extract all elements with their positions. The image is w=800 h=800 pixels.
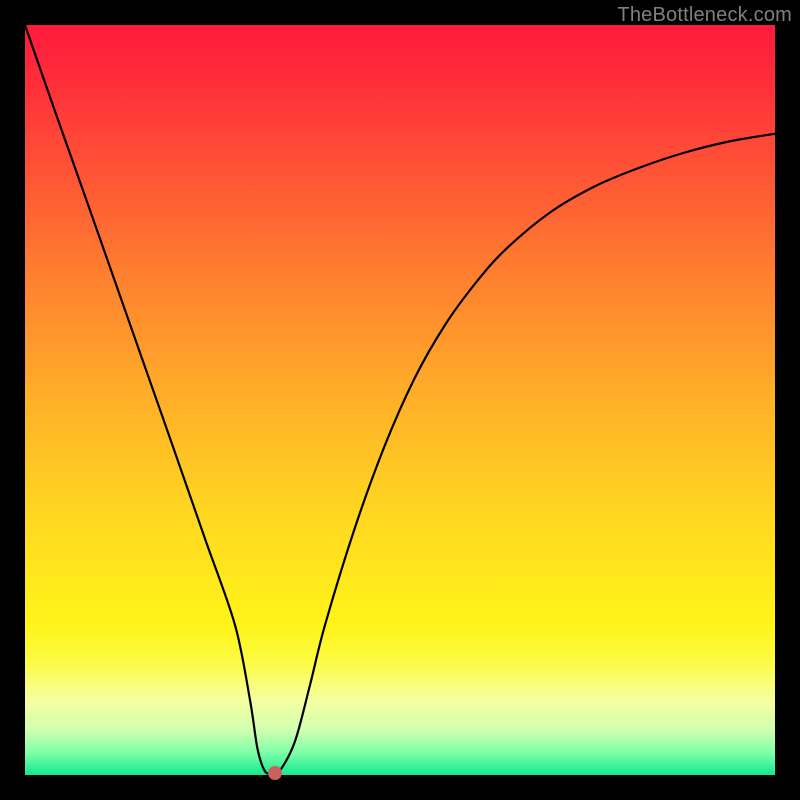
bottleneck-curve: [25, 25, 775, 775]
chart-frame: TheBottleneck.com: [0, 0, 800, 800]
current-point-marker: [268, 766, 282, 780]
watermark-text: TheBottleneck.com: [617, 4, 792, 27]
plot-area: [25, 25, 775, 775]
